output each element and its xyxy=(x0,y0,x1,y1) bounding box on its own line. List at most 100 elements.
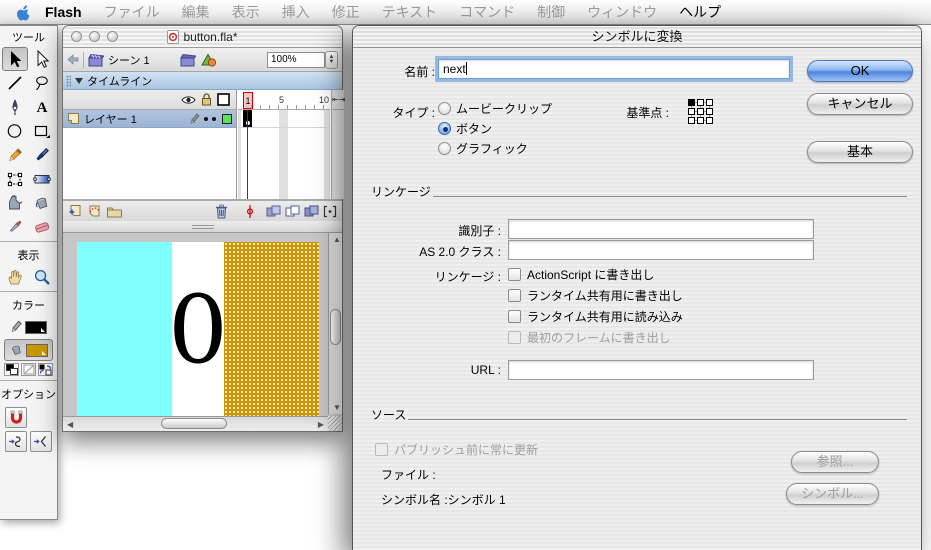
identifier-input[interactable] xyxy=(508,219,814,239)
eraser-tool-button[interactable] xyxy=(29,215,55,239)
registration-grid[interactable] xyxy=(687,98,714,125)
scroll-up-icon[interactable]: ▲ xyxy=(333,235,341,244)
straighten-option-button[interactable] xyxy=(30,431,52,452)
timeline-stage-splitter[interactable] xyxy=(63,221,342,233)
back-button[interactable] xyxy=(67,54,79,65)
scroll-right-icon[interactable]: ▶ xyxy=(318,420,324,429)
menu-modify[interactable]: 修正 xyxy=(321,0,371,24)
smooth-option-button[interactable] xyxy=(5,431,27,452)
menu-text[interactable]: テキスト xyxy=(371,0,449,24)
outline-layers-icon[interactable] xyxy=(217,93,230,106)
export-for-actionscript-row[interactable]: ActionScript に書き出し xyxy=(508,266,654,282)
edit-multiple-frames-button[interactable] xyxy=(304,205,319,218)
frames-grid[interactable] xyxy=(238,110,330,199)
timeline-ruler[interactable]: 1 5 10 xyxy=(238,90,330,110)
apple-menu-icon[interactable] xyxy=(16,4,31,21)
menu-edit[interactable]: 編集 xyxy=(171,0,221,24)
zoom-stepper[interactable]: ▲▼ xyxy=(325,51,338,69)
edit-symbols-button[interactable] xyxy=(200,52,217,67)
cancel-button[interactable]: キャンセル xyxy=(807,93,913,115)
delete-layer-button[interactable] xyxy=(215,204,228,219)
fill-color-control[interactable] xyxy=(4,339,53,361)
paint-bucket-tool-button[interactable] xyxy=(29,191,55,215)
basic-button[interactable]: 基本 xyxy=(807,141,913,163)
show-hide-layers-icon[interactable] xyxy=(181,95,196,105)
zoom-level-input[interactable] xyxy=(267,52,325,68)
stage-cyan-rectangle[interactable] xyxy=(77,242,172,420)
dialog-titlebar[interactable]: シンボルに変換 xyxy=(353,26,921,48)
swap-colors-button[interactable] xyxy=(38,363,53,376)
layer-visibility-dot[interactable] xyxy=(204,117,208,121)
menu-window[interactable]: ウィンドウ xyxy=(576,0,668,24)
frame-view-menu-button[interactable]: ⇤⇥ xyxy=(332,90,344,110)
ink-bottle-tool-button[interactable] xyxy=(2,191,28,215)
export-for-runtime-sharing-row[interactable]: ランタイム共有用に書き出し xyxy=(508,287,683,303)
lasso-tool-button[interactable] xyxy=(29,71,55,95)
disclosure-triangle-icon[interactable] xyxy=(75,78,83,84)
document-titlebar[interactable]: button.fla* xyxy=(63,26,342,48)
panel-drag-handle-icon[interactable] xyxy=(66,75,71,87)
import-for-runtime-sharing-checkbox[interactable] xyxy=(508,310,521,323)
menu-flash[interactable]: Flash xyxy=(31,0,93,24)
text-tool-button[interactable]: A xyxy=(29,95,55,119)
pencil-tool-button[interactable] xyxy=(2,143,28,167)
subselection-tool-button[interactable] xyxy=(29,47,55,71)
menu-control[interactable]: 制御 xyxy=(526,0,576,24)
free-transform-tool-button[interactable] xyxy=(2,167,28,191)
export-for-actionscript-checkbox[interactable] xyxy=(508,268,521,281)
movieclip-radio[interactable] xyxy=(438,102,451,115)
type-option-graphic[interactable]: グラフィック xyxy=(438,140,528,156)
menu-view[interactable]: 表示 xyxy=(221,0,271,24)
scroll-left-icon[interactable]: ◀ xyxy=(67,420,73,429)
fill-transform-tool-button[interactable] xyxy=(29,167,55,191)
line-tool-button[interactable] xyxy=(2,71,28,95)
edit-scene-button[interactable] xyxy=(180,53,196,67)
menu-file[interactable]: ファイル xyxy=(93,0,171,24)
pen-tool-button[interactable] xyxy=(2,95,28,119)
type-option-button[interactable]: ボタン xyxy=(438,120,492,136)
layer-name-label[interactable]: レイヤー 1 xyxy=(84,111,137,127)
stroke-color-swatch[interactable] xyxy=(25,321,47,334)
default-colors-button[interactable] xyxy=(4,363,19,376)
stage[interactable]: 0 ▲ ▼ xyxy=(63,233,342,429)
stage-horizontal-scrollbar[interactable]: ◀ ▶ xyxy=(63,416,328,431)
modify-onion-markers-button[interactable] xyxy=(323,205,337,218)
add-motion-guide-button[interactable] xyxy=(87,204,102,218)
stage-selected-gold-rectangle[interactable] xyxy=(224,242,319,420)
add-layer-button[interactable] xyxy=(68,204,83,218)
button-radio[interactable] xyxy=(438,122,451,135)
stage-white-area[interactable]: 0 xyxy=(172,242,224,420)
brush-tool-button[interactable] xyxy=(29,143,55,167)
fill-color-swatch[interactable] xyxy=(26,344,48,357)
layer-outline-color-swatch[interactable] xyxy=(222,114,232,124)
type-option-movieclip[interactable]: ムービークリップ xyxy=(438,100,552,116)
eyedropper-tool-button[interactable] xyxy=(2,215,28,239)
onion-skin-outlines-button[interactable] xyxy=(285,205,300,218)
layer-row[interactable]: レイヤー 1 xyxy=(63,110,236,128)
rectangle-tool-button[interactable] xyxy=(29,119,55,143)
symbol-name-input[interactable]: next xyxy=(438,59,790,79)
stage-vertical-scrollbar[interactable]: ▲ ▼ xyxy=(328,233,342,414)
hand-tool-button[interactable] xyxy=(2,265,28,289)
layer-lock-dot[interactable] xyxy=(212,117,216,121)
center-frame-button[interactable] xyxy=(246,204,254,219)
timeline-titlebar[interactable]: タイムライン xyxy=(63,72,342,90)
menu-insert[interactable]: 挿入 xyxy=(271,0,321,24)
menu-commands[interactable]: コマンド xyxy=(448,0,526,24)
scene-name-label[interactable]: シーン 1 xyxy=(108,52,150,68)
arrow-tool-button[interactable] xyxy=(2,47,28,71)
export-for-runtime-sharing-checkbox[interactable] xyxy=(508,289,521,302)
as2-class-input[interactable] xyxy=(508,240,814,260)
import-for-runtime-sharing-row[interactable]: ランタイム共有用に読み込み xyxy=(508,308,683,324)
stroke-color-control[interactable] xyxy=(4,316,53,338)
window-resize-handle[interactable] xyxy=(328,416,342,431)
zoom-tool-button[interactable] xyxy=(29,265,55,289)
onion-skin-button[interactable] xyxy=(266,205,281,218)
menu-help[interactable]: ヘルプ xyxy=(668,0,732,24)
no-color-button[interactable] xyxy=(21,363,36,376)
oval-tool-button[interactable] xyxy=(2,119,28,143)
add-layer-folder-button[interactable] xyxy=(106,205,123,218)
lock-layers-icon[interactable] xyxy=(201,93,212,106)
url-input[interactable] xyxy=(508,360,814,380)
scroll-down-icon[interactable]: ▼ xyxy=(333,403,341,412)
